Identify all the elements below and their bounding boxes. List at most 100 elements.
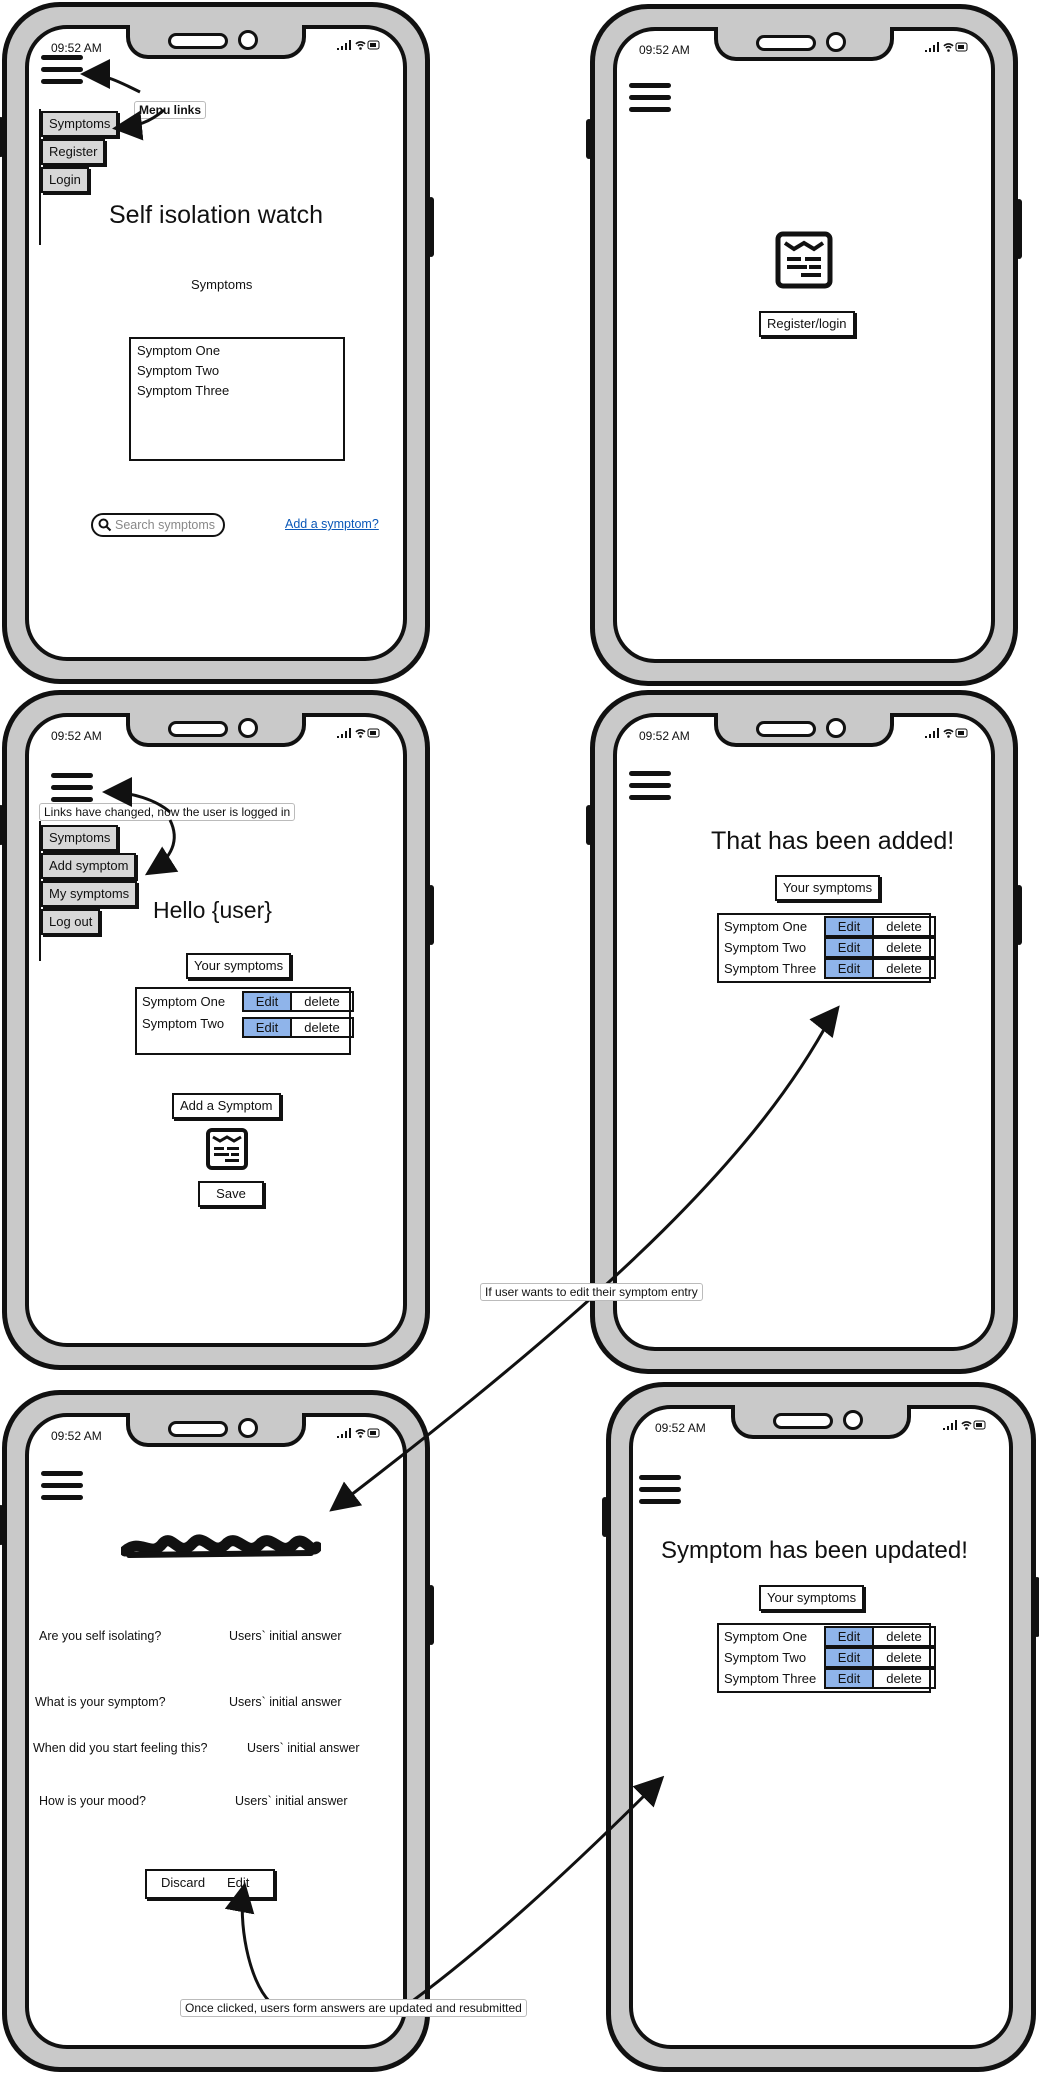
add-symptom-link[interactable]: Add a symptom? — [285, 517, 379, 531]
hamburger-menu-icon[interactable] — [41, 1471, 83, 1507]
delete-button[interactable]: delete — [874, 1647, 936, 1668]
status-time: 09:52 AM — [51, 41, 102, 55]
delete-button[interactable]: delete — [874, 1668, 936, 1689]
edit-button[interactable]: Edit — [824, 1647, 874, 1668]
add-symptom-button[interactable]: Add a Symptom — [172, 1093, 281, 1119]
discard-button[interactable]: Discard — [161, 1875, 205, 1890]
hamburger-menu-icon[interactable] — [639, 1475, 681, 1511]
screen-added: 09:52 AM That has been added! Your sympt… — [613, 713, 995, 1351]
page-title: Self isolation watch — [109, 201, 324, 229]
scribble-title-placeholder — [121, 1534, 321, 1558]
your-symptoms-button[interactable]: Your symptoms — [186, 953, 292, 979]
form-icon — [775, 231, 833, 289]
hamburger-menu-icon[interactable] — [41, 55, 83, 91]
delete-button[interactable]: delete — [292, 991, 354, 1012]
phone-frame-4: 09:52 AM That has been added! Your sympt… — [586, 690, 1022, 1374]
side-button — [1034, 1577, 1039, 1637]
screen-register: 09:52 AM Register/login — [613, 27, 995, 663]
edit-button[interactable]: Edit — [824, 958, 874, 979]
answer-value[interactable]: Users` initial answer — [247, 1741, 360, 1755]
edit-button[interactable]: Edit — [227, 1875, 249, 1890]
menu-item-log-out[interactable]: Log out — [41, 909, 101, 935]
form-icon — [206, 1128, 248, 1170]
signal-wifi-battery-icon — [337, 1428, 380, 1438]
table-row: Symptom Three Edit delete — [719, 958, 936, 979]
table-row: Symptom Two Edit delete — [719, 1647, 936, 1668]
notch — [714, 713, 894, 747]
table-row: Symptom Three Edit delete — [719, 1668, 936, 1689]
screen-home: 09:52 AM Symptoms Register Login Menu li… — [25, 25, 407, 661]
menu-item-my-symptoms[interactable]: My symptoms — [41, 881, 138, 907]
menu-item-symptoms[interactable]: Symptoms — [41, 825, 119, 851]
question-label: When did you start feeling this? — [33, 1741, 208, 1755]
delete-button[interactable]: delete — [292, 1017, 354, 1038]
delete-button[interactable]: delete — [874, 1626, 936, 1647]
symptom-name: Symptom One — [724, 1629, 808, 1644]
edit-button[interactable]: Edit — [824, 1626, 874, 1647]
menu-item-add-symptom[interactable]: Add symptom — [41, 853, 137, 879]
phone-frame-2: 09:52 AM Register/login — [586, 4, 1022, 686]
notch — [126, 713, 306, 747]
table-row: Symptom One Edit delete — [719, 1626, 936, 1647]
signal-wifi-battery-icon — [337, 728, 380, 738]
side-button — [428, 1585, 434, 1645]
answer-value[interactable]: Users` initial answer — [235, 1794, 348, 1808]
list-item[interactable]: Symptom One — [131, 339, 343, 359]
edit-button[interactable]: Edit — [242, 991, 292, 1012]
edit-button[interactable]: Edit — [824, 916, 874, 937]
save-button[interactable]: Save — [198, 1181, 264, 1207]
side-button — [0, 805, 4, 845]
table-row: Symptom Two Edit delete — [137, 1017, 354, 1038]
notch — [126, 25, 306, 59]
phone-frame-5: 09:52 AM Are you self isolating? Users` … — [0, 1390, 434, 2072]
edit-button[interactable]: Edit — [242, 1017, 292, 1038]
notch — [714, 27, 894, 61]
list-item[interactable]: Symptom Three — [131, 379, 343, 399]
status-icons — [943, 1419, 987, 1431]
signal-wifi-battery-icon — [337, 40, 380, 50]
hamburger-menu-icon[interactable] — [629, 771, 671, 807]
status-icons — [337, 727, 381, 739]
answer-value[interactable]: Users` initial answer — [229, 1629, 342, 1643]
signal-wifi-battery-icon — [925, 42, 968, 52]
menu-item-login[interactable]: Login — [41, 167, 89, 193]
delete-button[interactable]: delete — [874, 916, 936, 937]
page-title: Symptom has been updated! — [661, 1537, 968, 1564]
edit-button[interactable]: Edit — [824, 937, 874, 958]
side-button — [586, 119, 592, 159]
delete-button[interactable]: delete — [874, 937, 936, 958]
screen-updated: 09:52 AM Symptom has been updated! Your … — [629, 1405, 1013, 2049]
symptom-name: Symptom One — [142, 994, 226, 1009]
annotation-resubmit: Once clicked, users form answers are upd… — [180, 1999, 527, 2017]
phone-frame-6: 09:52 AM Symptom has been updated! Your … — [602, 1382, 1039, 2072]
hamburger-menu-icon[interactable] — [629, 83, 671, 119]
symptom-name: Symptom One — [724, 919, 808, 934]
menu-item-register[interactable]: Register — [41, 139, 106, 165]
side-button — [428, 885, 434, 945]
your-symptoms-button[interactable]: Your symptoms — [775, 875, 881, 901]
symptom-name: Symptom Two — [142, 1016, 225, 1031]
answer-value[interactable]: Users` initial answer — [229, 1695, 342, 1709]
page-title: That has been added! — [711, 827, 955, 855]
menu-item-symptoms[interactable]: Symptoms — [41, 111, 119, 137]
status-time: 09:52 AM — [639, 43, 690, 57]
status-time: 09:52 AM — [51, 729, 102, 743]
question-label: How is your mood? — [39, 1794, 146, 1808]
annotation-menu-links: Menu links — [134, 101, 207, 119]
question-label: Are you self isolating? — [39, 1629, 162, 1643]
notch — [126, 1413, 306, 1447]
side-button — [1016, 199, 1022, 259]
status-icons — [337, 39, 381, 51]
register-login-button[interactable]: Register/login — [759, 311, 855, 337]
screen-edit-form: 09:52 AM Are you self isolating? Users` … — [25, 1413, 407, 2049]
signal-wifi-battery-icon — [925, 728, 968, 738]
your-symptoms-button[interactable]: Your symptoms — [759, 1585, 865, 1611]
status-icons — [925, 41, 969, 53]
table-row: Symptom One Edit delete — [137, 991, 354, 1012]
edit-button[interactable]: Edit — [824, 1668, 874, 1689]
list-item[interactable]: Symptom Two — [131, 359, 343, 379]
delete-button[interactable]: delete — [874, 958, 936, 979]
table-row: Symptom One Edit delete — [719, 916, 936, 937]
page-title: Hello {user} — [153, 897, 272, 923]
screen-logged-in: 09:52 AM Links have changed, now the use… — [25, 713, 407, 1347]
